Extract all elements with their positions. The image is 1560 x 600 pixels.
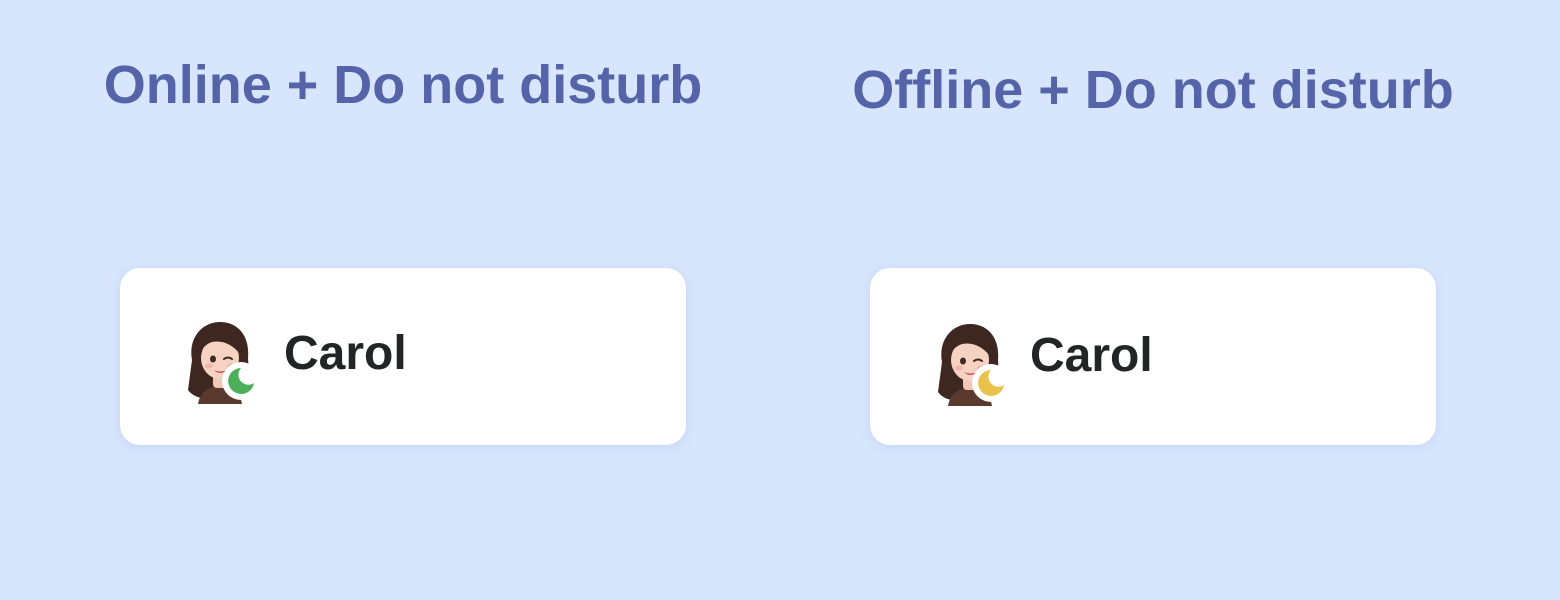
status-badge-online xyxy=(222,362,260,400)
offline-dnd-heading: Offline + Do not disturb xyxy=(852,60,1454,120)
avatar xyxy=(182,320,260,404)
avatar xyxy=(932,322,1010,406)
status-badge-offline xyxy=(972,364,1010,402)
page-canvas: Online + Do not disturb Offline + Do not… xyxy=(0,0,1560,600)
moon-icon xyxy=(228,368,254,394)
user-chip-online-dnd[interactable]: Carol xyxy=(120,268,686,445)
user-chip-offline-dnd[interactable]: Carol xyxy=(870,268,1436,445)
user-name: Carol xyxy=(1030,329,1153,382)
online-dnd-heading: Online + Do not disturb xyxy=(103,55,703,115)
user-name: Carol xyxy=(284,327,407,380)
moon-icon xyxy=(978,370,1004,396)
